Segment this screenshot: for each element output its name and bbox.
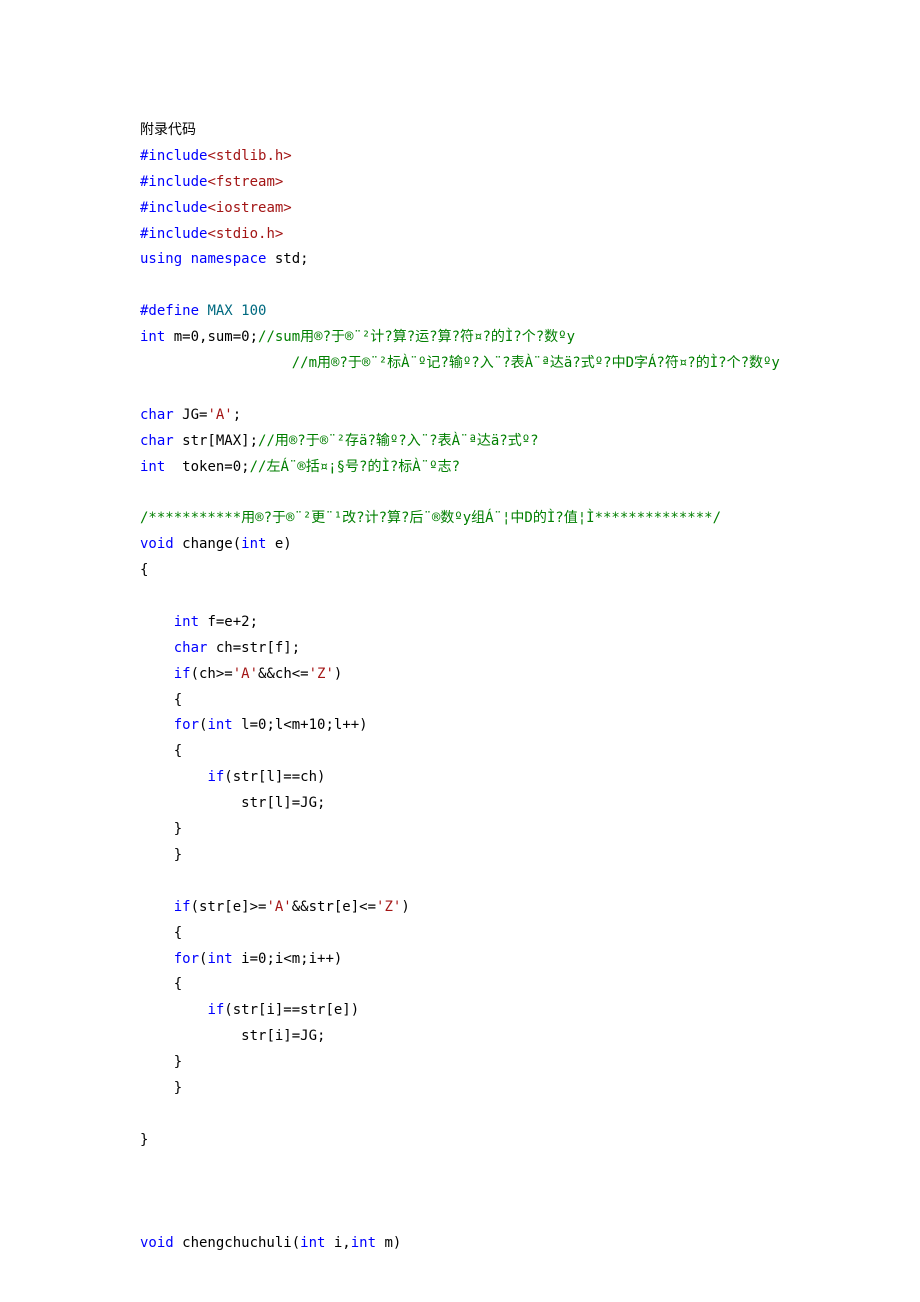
indent xyxy=(140,640,174,656)
code: (str[i]==str[e]) xyxy=(224,1002,359,1018)
hdr: <stdio.h> xyxy=(207,226,283,242)
char: 'Z' xyxy=(376,899,401,915)
char: 'A' xyxy=(207,407,232,423)
kw: #define xyxy=(140,303,199,319)
document-page: 附录代码 #include<stdlib.h> #include<fstream… xyxy=(0,0,920,1302)
code: (str[l]==ch) xyxy=(224,769,325,785)
kw: char xyxy=(174,640,208,656)
code: ) xyxy=(334,666,342,682)
kw: int xyxy=(140,329,165,345)
indent xyxy=(140,743,174,759)
hdr: <fstream> xyxy=(207,174,283,190)
kw: int xyxy=(351,1235,376,1251)
kw: if xyxy=(174,899,191,915)
indent xyxy=(140,1054,174,1070)
code: JG= xyxy=(174,407,208,423)
code: { xyxy=(174,692,182,708)
indent xyxy=(140,925,174,941)
char: 'Z' xyxy=(309,666,334,682)
kw: void xyxy=(140,1235,174,1251)
comment: //用®?于®¨²存ä?输º?入¨?表À¨ª达ä?式º? xyxy=(258,433,539,449)
code: e) xyxy=(266,536,291,552)
macro: MAX 100 xyxy=(199,303,266,319)
indent xyxy=(140,614,174,630)
code: ch=str[f]; xyxy=(207,640,300,656)
code: } xyxy=(174,1080,182,1096)
code: { xyxy=(174,743,182,759)
indent xyxy=(140,821,174,837)
code: str[l]=JG; xyxy=(241,795,325,811)
kw: #include xyxy=(140,226,207,242)
kw: int xyxy=(241,536,266,552)
indent xyxy=(140,355,292,371)
indent xyxy=(140,769,207,785)
code: } xyxy=(140,1132,148,1148)
kw: int xyxy=(174,614,199,630)
code: } xyxy=(174,821,182,837)
indent xyxy=(140,795,241,811)
code: str[MAX]; xyxy=(174,433,258,449)
kw: #include xyxy=(140,200,207,216)
kw: #include xyxy=(140,148,207,164)
kw: if xyxy=(174,666,191,682)
code: i=0;i<m;i++) xyxy=(233,951,343,967)
indent xyxy=(140,976,174,992)
code: token=0; xyxy=(165,459,249,475)
code: (str[e]>= xyxy=(191,899,267,915)
code: } xyxy=(174,847,182,863)
indent xyxy=(140,666,174,682)
indent xyxy=(140,717,174,733)
code: ) xyxy=(401,899,409,915)
indent xyxy=(140,1028,241,1044)
indent xyxy=(140,899,174,915)
code: (ch>= xyxy=(191,666,233,682)
kw: namespace xyxy=(182,251,266,267)
kw: int xyxy=(207,951,232,967)
char: 'A' xyxy=(266,899,291,915)
comment: //左Á¨®括¤¡§号?的Ì?标À¨º志? xyxy=(250,459,460,475)
comment: /***********用®?于®¨²更¨¹改?计?算?后¨®数ºy组Á¨¦中D… xyxy=(140,510,721,526)
indent xyxy=(140,1080,174,1096)
indent xyxy=(140,692,174,708)
code: ; xyxy=(233,407,241,423)
code: std; xyxy=(266,251,308,267)
kw: if xyxy=(207,1002,224,1018)
kw: int xyxy=(300,1235,325,1251)
code: { xyxy=(140,562,148,578)
code: str[i]=JG; xyxy=(241,1028,325,1044)
code: } xyxy=(174,1054,182,1070)
indent xyxy=(140,1002,207,1018)
code: l=0;l<m+10;l++) xyxy=(233,717,368,733)
title: 附录代码 xyxy=(140,123,196,138)
comment: //m用®?于®¨²标À¨º记?输º?入¨?表À¨ª达ä?式º?中D字Á?符¤?… xyxy=(292,355,780,371)
kw: char xyxy=(140,433,174,449)
indent xyxy=(140,847,174,863)
kw: for xyxy=(174,951,199,967)
code: f=e+2; xyxy=(199,614,258,630)
kw: char xyxy=(140,407,174,423)
kw: #include xyxy=(140,174,207,190)
kw: using xyxy=(140,251,182,267)
kw: void xyxy=(140,536,174,552)
hdr: <stdlib.h> xyxy=(207,148,291,164)
kw: int xyxy=(140,459,165,475)
code: change( xyxy=(174,536,241,552)
hdr: <iostream> xyxy=(207,200,291,216)
code: &&ch<= xyxy=(258,666,309,682)
code: &&str[e]<= xyxy=(292,899,376,915)
code: { xyxy=(174,976,182,992)
kw: int xyxy=(207,717,232,733)
comment: //sum用®?于®¨²计?算?运?算?符¤?的Ì?个?数ºy xyxy=(258,329,575,345)
code: chengchuchuli( xyxy=(174,1235,300,1251)
code: { xyxy=(174,925,182,941)
kw: for xyxy=(174,717,199,733)
code: m) xyxy=(376,1235,401,1251)
char: 'A' xyxy=(233,666,258,682)
code: i, xyxy=(325,1235,350,1251)
kw: if xyxy=(207,769,224,785)
indent xyxy=(140,951,174,967)
code: m=0,sum=0; xyxy=(165,329,258,345)
